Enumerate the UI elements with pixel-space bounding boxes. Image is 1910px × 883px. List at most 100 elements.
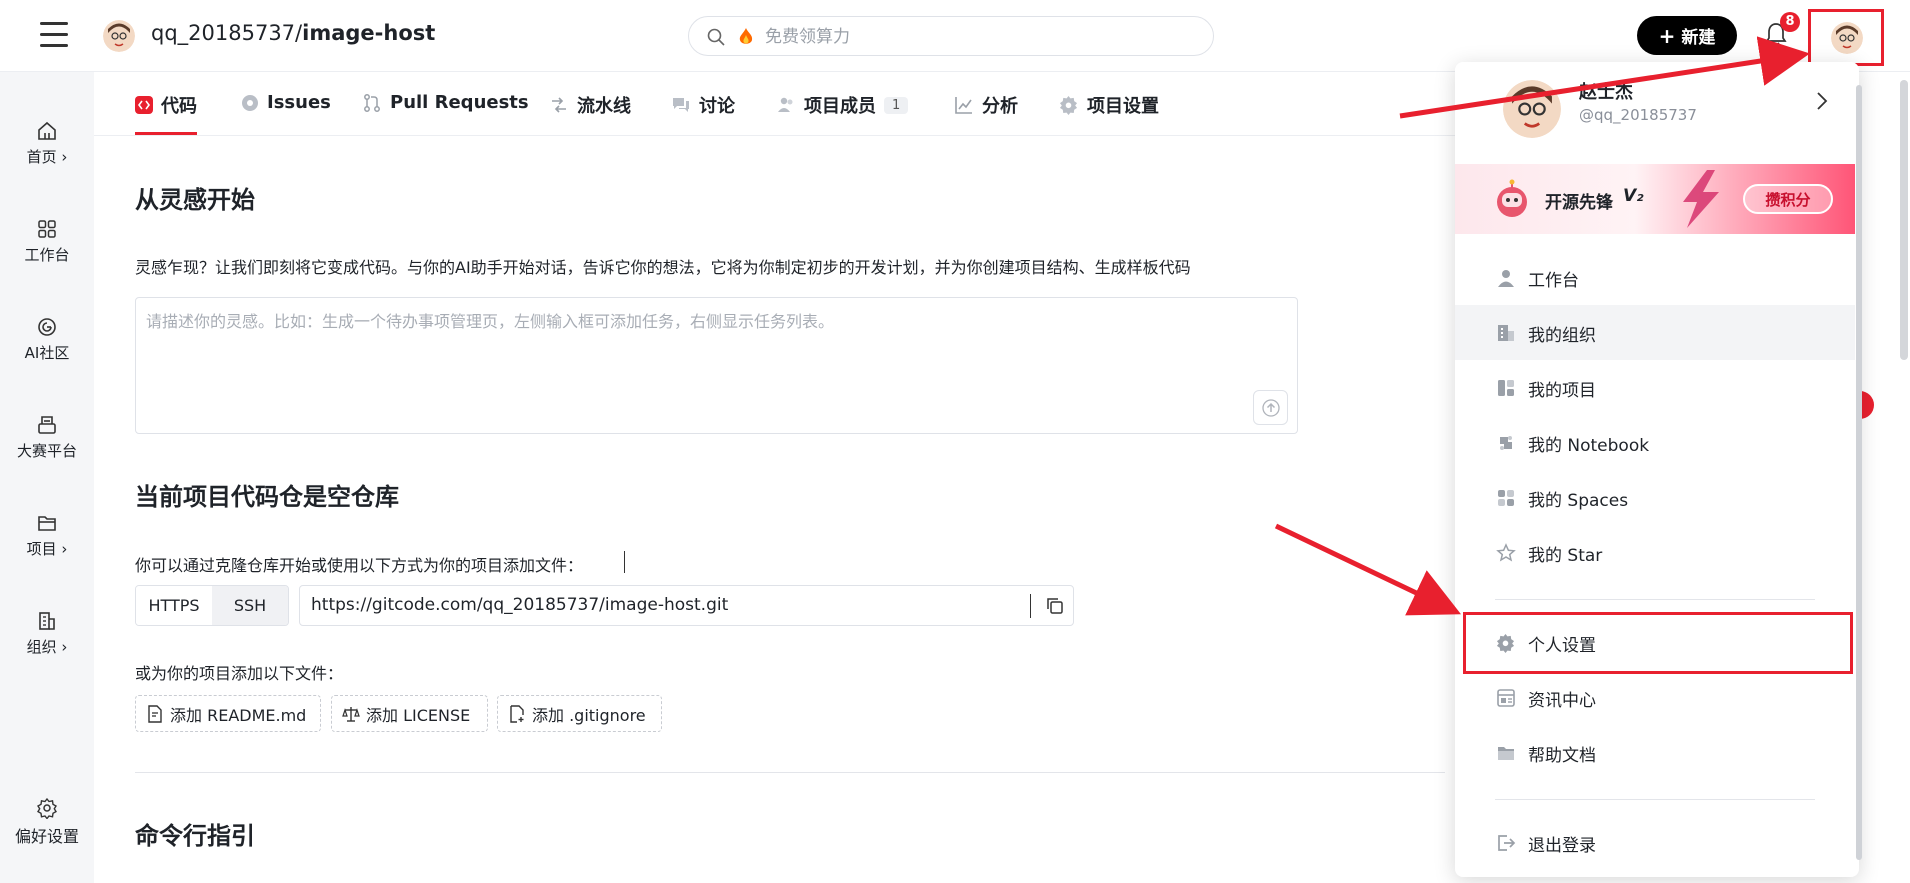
menu-icon[interactable] [40, 22, 68, 48]
section-divider [135, 772, 1445, 773]
earn-points-button[interactable]: 攒积分 [1743, 184, 1833, 214]
inspiration-input[interactable] [146, 308, 1266, 418]
repo-owner[interactable]: qq_20185737/ [151, 21, 302, 45]
menu-item-workbench[interactable]: 工作台 [1455, 250, 1855, 305]
new-button[interactable]: + 新建 [1637, 16, 1737, 55]
banner-title: 开源先锋 [1545, 193, 1613, 213]
tab-issues[interactable]: Issues [241, 92, 331, 113]
lightning-icon [1683, 170, 1719, 228]
grid-icon [38, 220, 56, 238]
sidebar-item-projects[interactable]: 项目 › [0, 512, 94, 559]
clone-url[interactable]: https://gitcode.com/qq_20185737/image-ho… [311, 595, 728, 615]
menu-item-label: 帮助文档 [1528, 746, 1596, 766]
inspiration-description: 灵感乍现？让我们即刻将它变成代码。与你的AI助手开始对话，告诉它你的想法，它将为… [135, 258, 1191, 277]
pipeline-icon [552, 97, 566, 113]
send-button[interactable] [1253, 390, 1288, 425]
tab-label: 流水线 [577, 96, 631, 117]
building-icon [39, 612, 55, 630]
sidebar-item-preferences[interactable]: 偏好设置 [0, 797, 94, 847]
open-source-pioneer-banner[interactable]: 开源先锋 V₂ 攒积分 [1455, 164, 1855, 234]
menu-item-my-star[interactable]: 我的 Star [1455, 525, 1855, 580]
inspiration-title: 从灵感开始 [135, 186, 255, 214]
menu-item-news-center[interactable]: 资讯中心 [1455, 670, 1855, 725]
fire-icon [739, 28, 753, 44]
add-readme-button[interactable]: 添加 README.md [135, 695, 321, 732]
user-avatar[interactable] [1831, 22, 1863, 54]
star-icon [1496, 543, 1516, 562]
issue-icon [242, 94, 258, 111]
https-button[interactable]: HTTPS [136, 586, 212, 625]
user-avatar-highlight[interactable] [1808, 9, 1884, 66]
inspiration-prompt-box[interactable] [135, 297, 1298, 434]
tab-label: 项目设置 [1087, 96, 1159, 117]
sidebar-item-home[interactable]: 首页 › [0, 120, 94, 167]
repo-name[interactable]: image-host [302, 21, 435, 45]
add-gitignore-button[interactable]: 添加 .gitignore [497, 695, 662, 732]
menu-item-personal-settings[interactable]: 个人设置 [1455, 615, 1855, 670]
notification-badge: 8 [1780, 12, 1800, 32]
repo-path[interactable]: qq_20185737/image-host [151, 21, 435, 45]
tab-project-settings[interactable]: 项目设置 [1059, 92, 1159, 118]
add-readme-label: 添加 README.md [170, 705, 307, 725]
sidebar-item-orgs[interactable]: 组织 › [0, 610, 94, 657]
add-license-label: 添加 LICENSE [366, 705, 471, 725]
tab-label: 讨论 [699, 96, 735, 117]
dropdown-scrollbar[interactable] [1856, 85, 1862, 860]
menu-item-my-spaces[interactable]: 我的 Spaces [1455, 470, 1855, 525]
tab-members[interactable]: 项目成员 1 [776, 92, 909, 118]
menu-item-logout[interactable]: 退出登录 [1455, 815, 1855, 870]
copy-icon[interactable] [1045, 596, 1065, 616]
plus-icon: + [1658, 23, 1676, 48]
menu-item-label: 退出登录 [1528, 836, 1596, 856]
menu-item-label: 我的 Spaces [1528, 491, 1629, 511]
user-menu-avatar [1503, 80, 1561, 138]
home-icon [38, 121, 56, 140]
settings-icon [1059, 95, 1078, 115]
file-add-icon [510, 704, 524, 723]
sidebar-item-label: 项目 › [26, 540, 68, 558]
empty-repo-title: 当前项目代码仓是空仓库 [135, 483, 399, 511]
user-handle: @qq_20185737 [1579, 106, 1697, 124]
chevron-right-icon[interactable] [1815, 90, 1829, 112]
tab-pull-requests[interactable]: Pull Requests [362, 92, 529, 113]
sidebar-item-ai-community[interactable]: AI社区 [0, 316, 94, 363]
sidebar-item-label: 首页 › [26, 148, 68, 166]
ssh-button[interactable]: SSH [212, 586, 288, 625]
menu-item-help-docs[interactable]: 帮助文档 [1455, 725, 1855, 780]
repo-owner-avatar[interactable] [103, 20, 135, 52]
news-icon [1497, 689, 1515, 707]
search-input[interactable] [765, 24, 1185, 50]
menu-item-my-projects[interactable]: 我的项目 [1455, 360, 1855, 415]
add-gitignore-label: 添加 .gitignore [532, 705, 646, 725]
sidebar-item-competition[interactable]: 大赛平台 [0, 414, 94, 461]
sidebar-item-label: 大赛平台 [16, 442, 77, 460]
sidebar-item-label: 组织 › [26, 638, 68, 656]
tab-discussions[interactable]: 讨论 [671, 92, 735, 118]
menu-item-label: 我的组织 [1528, 326, 1596, 346]
page-scrollbar[interactable] [1900, 80, 1908, 360]
search-box[interactable] [688, 16, 1214, 56]
add-license-button[interactable]: 添加 LICENSE [331, 695, 488, 732]
user-menu-dropdown: 赵士杰 @qq_20185737 开源先锋 V₂ 攒积分 工作台 我的组织 我的… [1455, 62, 1859, 877]
members-count-badge: 1 [884, 96, 909, 114]
tab-label: Pull Requests [390, 92, 529, 113]
menu-item-label: 工作台 [1528, 271, 1579, 291]
menu-item-my-orgs[interactable]: 我的组织 [1455, 305, 1855, 360]
sidebar-item-workbench[interactable]: 工作台 [0, 218, 94, 265]
tab-code[interactable]: 代码 [135, 92, 197, 135]
user-icon [1498, 270, 1514, 287]
menu-item-my-notebook[interactable]: 我的 Notebook [1455, 415, 1855, 470]
menu-item-label: 个人设置 [1528, 636, 1596, 656]
chart-icon [955, 97, 972, 114]
pull-request-icon [364, 93, 380, 112]
protocol-toggle: HTTPS SSH [135, 585, 289, 626]
tab-label: Issues [267, 92, 331, 113]
tab-analytics[interactable]: 分析 [954, 92, 1018, 118]
gear-icon [37, 797, 57, 819]
tab-pipeline[interactable]: 流水线 [549, 92, 631, 118]
user-profile-header[interactable]: 赵士杰 @qq_20185737 [1455, 62, 1859, 162]
folder-icon [1498, 747, 1514, 760]
clone-url-field[interactable]: https://gitcode.com/qq_20185737/image-ho… [299, 585, 1074, 626]
menu-divider [1495, 799, 1815, 800]
arrow-to-settings [1274, 523, 1462, 616]
